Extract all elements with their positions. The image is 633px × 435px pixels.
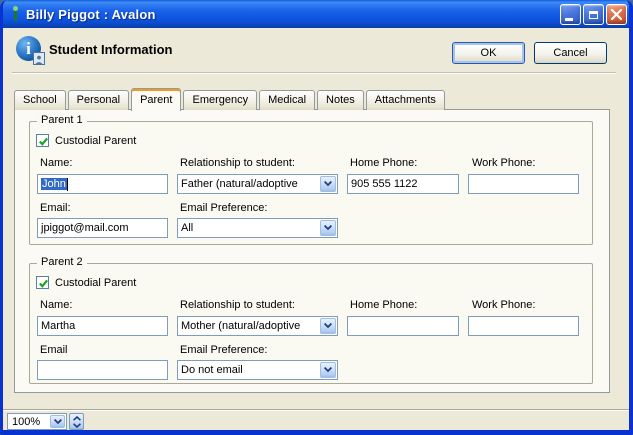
parent1-home-phone-label: Home Phone:: [350, 157, 417, 169]
close-icon: [611, 9, 622, 20]
parent1-email-preference-select[interactable]: All: [177, 218, 338, 238]
parent1-custodial-label: Custodial Parent: [55, 135, 136, 147]
parent1-home-phone-input[interactable]: 905 555 1122: [347, 174, 459, 194]
tab-attachments[interactable]: Attachments: [366, 90, 445, 110]
parent1-relationship-label: Relationship to student:: [180, 157, 295, 169]
parent1-name-input[interactable]: John: [37, 174, 168, 194]
parent-tab-panel: Parent 1 Custodial Parent Name: Relation…: [14, 109, 610, 393]
parent1-group: Parent 1 Custodial Parent Name: Relation…: [29, 121, 593, 245]
chevron-down-icon: [324, 181, 332, 187]
chevron-down-icon: [324, 225, 332, 231]
person-badge-icon: [33, 52, 45, 65]
parent2-email-input[interactable]: [37, 360, 168, 380]
dialog-client: i Student Information OK Cancel School P…: [3, 28, 629, 430]
checkmark-icon: [38, 278, 49, 289]
page-title: Student Information: [49, 42, 173, 57]
cancel-button[interactable]: Cancel: [534, 42, 607, 64]
parent1-work-phone-input[interactable]: [468, 174, 579, 194]
dropdown-button[interactable]: [320, 220, 336, 236]
text-caret: [67, 178, 68, 191]
tab-notes[interactable]: Notes: [317, 90, 364, 110]
tab-emergency[interactable]: Emergency: [183, 90, 257, 110]
close-button[interactable]: [606, 4, 627, 25]
chevron-up-icon: [73, 416, 81, 421]
parent1-name-label: Name:: [40, 157, 72, 169]
maximize-button[interactable]: [583, 4, 604, 25]
student-info-icon: i: [16, 36, 43, 63]
zoom-control: 100%: [7, 413, 84, 430]
parent2-name-label: Name:: [40, 299, 72, 311]
statusbar-separator: [3, 409, 629, 411]
maximize-icon: [589, 11, 598, 19]
tab-parent[interactable]: Parent: [131, 88, 181, 111]
parent2-custodial-checkbox[interactable]: [36, 276, 49, 289]
parent1-email-input[interactable]: jpiggot@mail.com: [37, 218, 168, 238]
zoom-dropdown-button[interactable]: [50, 415, 65, 428]
chevron-down-icon: [54, 419, 62, 425]
tab-personal[interactable]: Personal: [68, 90, 129, 110]
dialog-window: Billy Piggot : Avalon i Student Informat…: [0, 0, 633, 435]
chevron-down-icon: [324, 367, 332, 373]
parent2-email-preference-select[interactable]: Do not email: [177, 360, 338, 380]
app-icon: [9, 6, 21, 22]
parent2-email-label: Email: [40, 344, 68, 356]
parent2-relationship-label: Relationship to student:: [180, 299, 295, 311]
parent1-custodial-checkbox[interactable]: [36, 134, 49, 147]
chevron-down-icon: [324, 323, 332, 329]
parent2-home-phone-input[interactable]: [347, 316, 459, 336]
zoom-spinner[interactable]: [69, 413, 84, 430]
checkmark-icon: [38, 136, 49, 147]
parent2-legend: Parent 2: [37, 256, 87, 268]
dropdown-button[interactable]: [320, 318, 336, 334]
parent2-email-preference-label: Email Preference:: [180, 344, 267, 356]
parent1-legend: Parent 1: [37, 114, 87, 126]
zoom-select[interactable]: 100%: [7, 413, 67, 430]
dropdown-button[interactable]: [320, 176, 336, 192]
parent2-work-phone-input[interactable]: [468, 316, 579, 336]
parent2-group: Parent 2 Custodial Parent Name: Relation…: [29, 263, 593, 384]
parent2-name-input[interactable]: Martha: [37, 316, 168, 336]
minimize-icon: [565, 18, 573, 21]
tab-strip: School Personal Parent Emergency Medical…: [14, 87, 447, 110]
window-title: Billy Piggot : Avalon: [26, 7, 156, 22]
parent2-work-phone-label: Work Phone:: [472, 299, 535, 311]
minimize-button[interactable]: [560, 4, 581, 25]
dropdown-button[interactable]: [320, 362, 336, 378]
titlebar[interactable]: Billy Piggot : Avalon: [0, 0, 633, 28]
parent2-custodial-label: Custodial Parent: [55, 277, 136, 289]
chevron-down-icon: [73, 423, 81, 428]
tab-school[interactable]: School: [14, 90, 66, 110]
ok-button[interactable]: OK: [452, 42, 525, 64]
header-separator: [12, 72, 616, 74]
zoom-value: 100%: [8, 416, 50, 428]
parent1-work-phone-label: Work Phone:: [472, 157, 535, 169]
tab-medical[interactable]: Medical: [259, 90, 315, 110]
parent2-home-phone-label: Home Phone:: [350, 299, 417, 311]
selected-text: John: [41, 178, 67, 190]
parent1-email-preference-label: Email Preference:: [180, 202, 267, 214]
parent2-relationship-select[interactable]: Mother (natural/adoptive: [177, 316, 338, 336]
parent1-relationship-select[interactable]: Father (natural/adoptive: [177, 174, 338, 194]
parent1-email-label: Email:: [40, 202, 71, 214]
